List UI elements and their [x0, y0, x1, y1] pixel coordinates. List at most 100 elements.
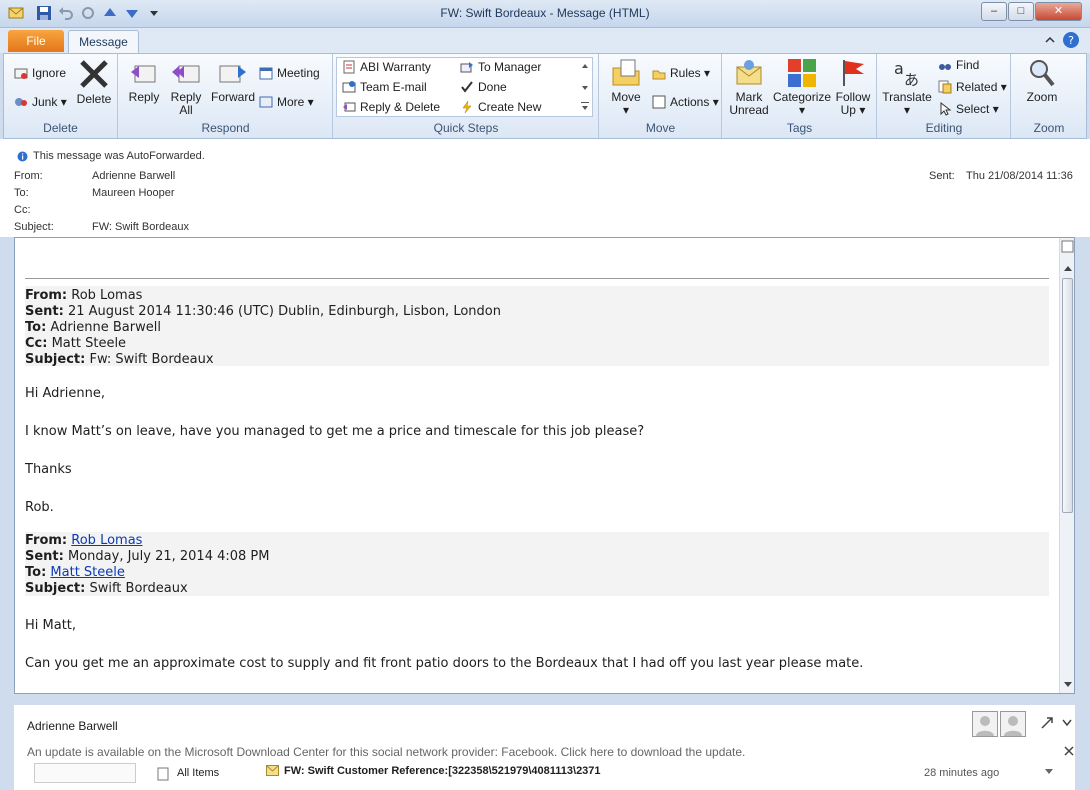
quick-step-create-new[interactable]: Create New	[460, 100, 541, 114]
window-title: FW: Swift Bordeaux - Message (HTML)	[440, 6, 650, 20]
group-label: Move	[645, 121, 676, 135]
translate-button[interactable]: aあ Translate ▾	[880, 58, 934, 117]
scroll-up-icon[interactable]	[1062, 264, 1074, 272]
fwd1-cc: Cc: Matt Steele	[25, 336, 127, 351]
ribbon-tabs: File Message ?	[0, 28, 1090, 54]
quick-step-done[interactable]: Done	[460, 80, 507, 94]
fwd1-sent: Sent: 21 August 2014 11:30:46 (UTC) Dubl…	[25, 304, 501, 319]
quick-step-to-manager[interactable]: To Manager	[460, 60, 541, 74]
forward-button[interactable]: Forward	[209, 58, 257, 104]
group-label: Zoom	[1033, 121, 1065, 135]
scroll-box-icon[interactable]	[1061, 240, 1074, 253]
message-body[interactable]: From: Rob Lomas Sent: 21 August 2014 11:…	[14, 237, 1075, 694]
envelope-icon	[266, 765, 279, 776]
tab-message[interactable]: Message	[68, 30, 139, 54]
group-respond: Reply Reply All Forward Meeting More ▾ Re…	[119, 54, 333, 138]
collapse-ribbon-icon[interactable]	[1044, 34, 1056, 46]
group-label: Editing	[925, 121, 963, 135]
svg-text:あ: あ	[904, 71, 919, 88]
related-button[interactable]: Related ▾	[938, 80, 1007, 94]
to-value[interactable]: Maureen Hooper	[92, 187, 175, 199]
dismiss-icon[interactable]	[1064, 746, 1074, 756]
svg-text:?: ?	[1068, 34, 1074, 47]
vertical-scrollbar[interactable]	[1059, 238, 1074, 693]
expand-icon[interactable]	[1041, 717, 1053, 729]
fwd2-subject: Subject: Swift Bordeaux	[25, 581, 188, 596]
rules-icon	[652, 70, 666, 80]
scroll-down-icon[interactable]	[1044, 767, 1054, 775]
reply-all-button[interactable]: Reply All	[169, 58, 203, 117]
find-button[interactable]: Find	[938, 58, 979, 72]
to-link[interactable]: Matt Steele	[50, 565, 124, 580]
people-picture	[34, 763, 136, 783]
binoculars-icon	[939, 64, 951, 70]
signature: Rob.	[25, 500, 54, 515]
activity-item-time: 28 minutes ago	[924, 767, 1000, 779]
minimize-button[interactable]: –	[981, 2, 1007, 21]
actions-button[interactable]: Actions ▾	[652, 95, 719, 109]
divider	[25, 278, 1049, 279]
ignore-button[interactable]: Ignore	[14, 66, 66, 80]
close-button[interactable]: ✕	[1035, 2, 1082, 21]
select-button[interactable]: Select ▾	[938, 102, 999, 116]
more-icon	[259, 96, 273, 108]
from-label: From:	[14, 170, 43, 182]
help-icon[interactable]: ?	[1062, 31, 1080, 49]
from-value[interactable]: Adrienne Barwell	[92, 170, 175, 182]
group-label: Respond	[201, 121, 250, 135]
info-icon	[17, 151, 28, 162]
all-items-tab[interactable]: All Items	[177, 767, 219, 779]
tab-file[interactable]: File	[8, 30, 64, 52]
greeting-1: Hi Adrienne,	[25, 386, 105, 401]
title-bar: FW: Swift Bordeaux - Message (HTML) – □ …	[0, 0, 1090, 28]
team-email-icon	[342, 81, 356, 93]
fwd2-from: From: Rob Lomas	[25, 533, 143, 548]
fwd1-from: From: Rob Lomas	[25, 288, 143, 303]
quick-steps-scroll-icon[interactable]	[580, 60, 590, 114]
quick-step-reply-delete[interactable]: Reply & Delete	[342, 100, 440, 114]
quick-step-team-email[interactable]: Team E-mail	[342, 80, 427, 94]
fwd2-sent: Sent: Monday, July 21, 2014 4:08 PM	[25, 549, 270, 564]
ignore-icon	[14, 68, 28, 79]
thanks-line: Thanks	[25, 462, 72, 477]
ribbon: Ignore Junk ▾ Delete Delete Reply Reply A…	[3, 53, 1087, 139]
subject-value: FW: Swift Bordeaux	[92, 221, 189, 233]
person-icon[interactable]	[972, 711, 998, 737]
sent-value: Thu 21/08/2014 11:36	[966, 170, 1073, 182]
restore-button[interactable]: □	[1008, 2, 1034, 21]
people-pane: Adrienne Barwell An update is available …	[14, 705, 1075, 790]
delete-button[interactable]: Delete	[76, 58, 112, 106]
to-manager-icon	[460, 62, 473, 73]
magnifier-icon	[1030, 60, 1055, 87]
to-label: To:	[14, 187, 29, 199]
people-name: Adrienne Barwell	[27, 719, 118, 733]
meeting-button[interactable]: Meeting	[259, 66, 320, 80]
junk-button[interactable]: Junk ▾	[14, 95, 67, 109]
scroll-down-icon[interactable]	[1062, 681, 1074, 689]
junk-icon	[15, 98, 27, 106]
mark-unread-button[interactable]: Mark Unread	[729, 58, 769, 117]
activity-item-subject[interactable]: FW: Swift Customer Reference:[322358\521…	[284, 765, 614, 777]
follow-up-button[interactable]: Follow Up ▾	[833, 58, 873, 117]
more-respond-button[interactable]: More ▾	[259, 95, 314, 109]
zoom-button[interactable]: Zoom	[1022, 58, 1062, 104]
svg-text:a: a	[894, 59, 904, 78]
checkmark-icon	[461, 81, 473, 93]
categorize-button[interactable]: Categorize ▾	[773, 58, 831, 117]
group-delete: Ignore Junk ▾ Delete Delete	[4, 54, 118, 138]
all-items-icon	[157, 767, 169, 781]
move-button[interactable]: Move ▾	[608, 58, 644, 117]
quick-step-abi-warranty[interactable]: ABI Warranty	[342, 60, 431, 74]
collapse-pane-icon[interactable]	[1061, 717, 1073, 729]
rules-button[interactable]: Rules ▾	[652, 66, 710, 80]
subject-label: Subject:	[14, 221, 54, 233]
update-notice[interactable]: An update is available on the Microsoft …	[27, 745, 745, 759]
reply-button[interactable]: Reply	[127, 58, 161, 104]
group-label: Quick Steps	[433, 121, 499, 135]
person-icon[interactable]	[1000, 711, 1026, 737]
scroll-thumb[interactable]	[1062, 278, 1073, 513]
unread-envelope-icon	[736, 60, 762, 85]
reply-delete-icon	[343, 102, 356, 112]
from-link[interactable]: Rob Lomas	[71, 533, 142, 548]
group-move: Move ▾ Rules ▾ Actions ▾ Move	[600, 54, 722, 138]
